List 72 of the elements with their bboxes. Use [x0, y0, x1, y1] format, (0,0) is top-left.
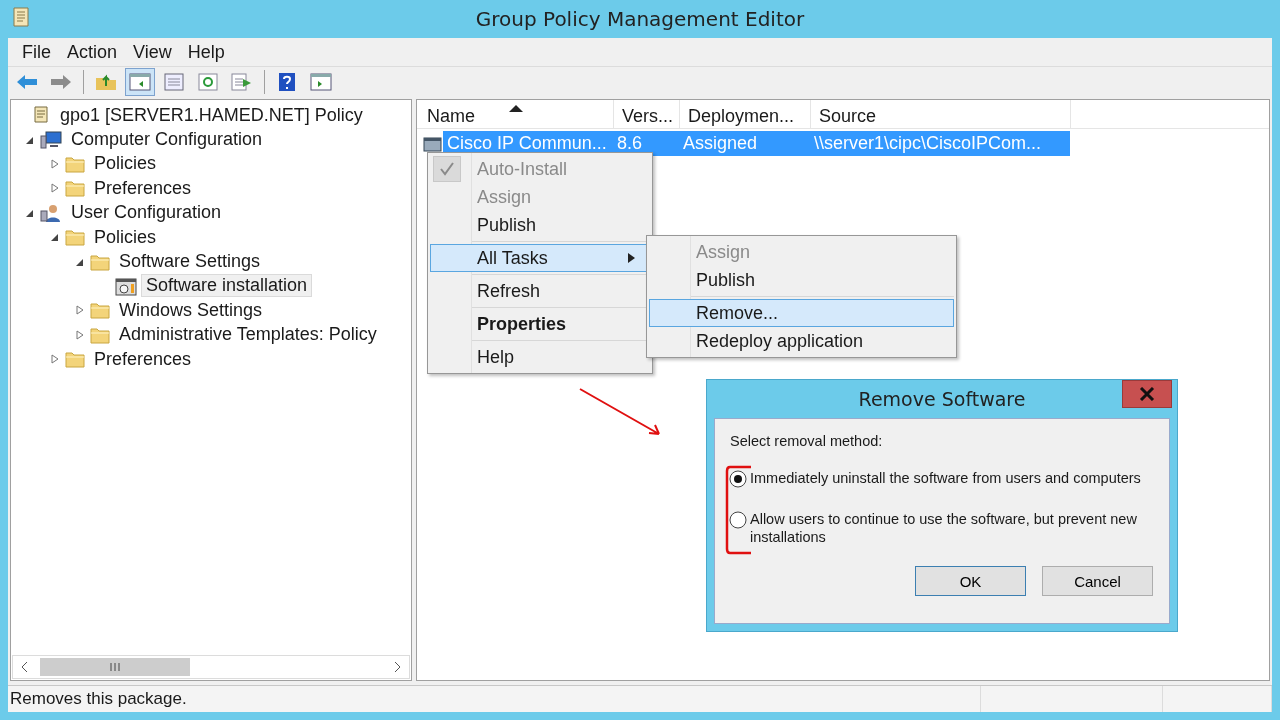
forward-arrow-icon: [50, 74, 72, 90]
option-label[interactable]: Allow users to continue to use the software, but prevent new installations: [750, 510, 1155, 546]
menu-item[interactable]: Remove...: [649, 299, 954, 327]
folder-icon: [65, 350, 85, 369]
pane-toggle-button[interactable]: [125, 68, 155, 96]
tree-item[interactable]: Administrative Templates: Policy: [114, 323, 382, 347]
pane-icon: [310, 73, 332, 91]
close-button[interactable]: [1122, 380, 1172, 408]
list-icon: [164, 73, 184, 91]
tree-item[interactable]: Computer Configuration: [66, 128, 268, 152]
refresh-icon: [198, 73, 218, 91]
radio-button[interactable]: [729, 470, 747, 488]
tree-item[interactable]: Software installation: [141, 274, 313, 298]
column-header[interactable]: Name: [419, 100, 614, 128]
menu-item[interactable]: Redeploy application: [649, 327, 954, 355]
app-icon: [10, 6, 32, 30]
collapse-arrow-icon[interactable]: [51, 232, 60, 243]
folder-up-icon: [95, 73, 117, 91]
cancel-button[interactable]: Cancel: [1042, 566, 1153, 596]
table-cell-text: Cisco IP Commun...: [446, 133, 608, 154]
expand-arrow-icon[interactable]: [51, 183, 60, 194]
folder-icon: [90, 301, 110, 320]
scroll-icon: [31, 105, 51, 126]
package-icon: [423, 134, 443, 153]
tree-item[interactable]: Policies: [89, 225, 162, 249]
folder-icon: [65, 228, 85, 247]
pane-icon: [129, 73, 151, 91]
tree-item[interactable]: Policies: [89, 152, 162, 176]
folder-icon: [65, 154, 85, 173]
tree-item[interactable]: Preferences: [89, 347, 197, 371]
tree-item[interactable]: Windows Settings: [114, 298, 268, 322]
expand-arrow-icon[interactable]: [76, 305, 85, 316]
close-icon: [1139, 387, 1155, 401]
users-icon: [40, 202, 62, 223]
menu-item[interactable]: Action: [59, 41, 126, 63]
menu-item[interactable]: Properties: [430, 310, 650, 338]
option-label[interactable]: Immediately uninstall the software from users and computers: [750, 469, 1155, 487]
menu-item[interactable]: View: [125, 41, 180, 63]
expand-arrow-icon[interactable]: [51, 354, 60, 365]
expand-arrow-icon[interactable]: [51, 158, 60, 169]
export-icon: [231, 73, 253, 91]
scrollbar-thumb[interactable]: [40, 657, 190, 677]
tree-item[interactable]: Preferences: [89, 176, 197, 200]
menu-item[interactable]: Publish: [430, 211, 650, 239]
folder-icon: [90, 325, 110, 344]
column-header[interactable]: Deploymen...: [680, 100, 811, 128]
folder-icon: [90, 252, 110, 271]
menu-item[interactable]: Refresh: [430, 277, 650, 305]
menu-item[interactable]: Help: [430, 343, 650, 371]
menu-item[interactable]: Help: [179, 41, 233, 63]
help-icon: [278, 72, 296, 92]
radio-button[interactable]: [729, 511, 747, 529]
tree-item[interactable]: User Configuration: [66, 201, 227, 225]
dialog-title: Remove Software: [858, 388, 1026, 410]
status-text: Removes this package.: [8, 686, 981, 712]
expand-arrow-icon[interactable]: [76, 329, 85, 340]
ok-button[interactable]: OK: [915, 566, 1026, 596]
computer-icon: [40, 129, 62, 150]
column-header[interactable]: Vers...: [614, 100, 680, 128]
menu-item[interactable]: Publish: [649, 266, 954, 294]
column-header[interactable]: Source: [811, 100, 1071, 128]
software-package-icon: [115, 275, 137, 296]
menu-item[interactable]: File: [14, 41, 59, 63]
tree-item[interactable]: Software Settings: [114, 250, 266, 274]
back-arrow-icon: [16, 74, 38, 90]
table-cell-text: \\server1\cipc\CiscoIPCom...: [813, 133, 1043, 154]
tree-item[interactable]: gpo1 [SERVER1.HAMED.NET] Policy: [55, 103, 368, 127]
table-cell-text: 8.6: [616, 133, 644, 154]
folder-icon: [65, 179, 85, 198]
table-cell-text: Assigned: [682, 133, 759, 154]
window-title: Group Policy Management Editor: [475, 7, 805, 31]
prompt-text: Select removal method:: [730, 433, 884, 449]
